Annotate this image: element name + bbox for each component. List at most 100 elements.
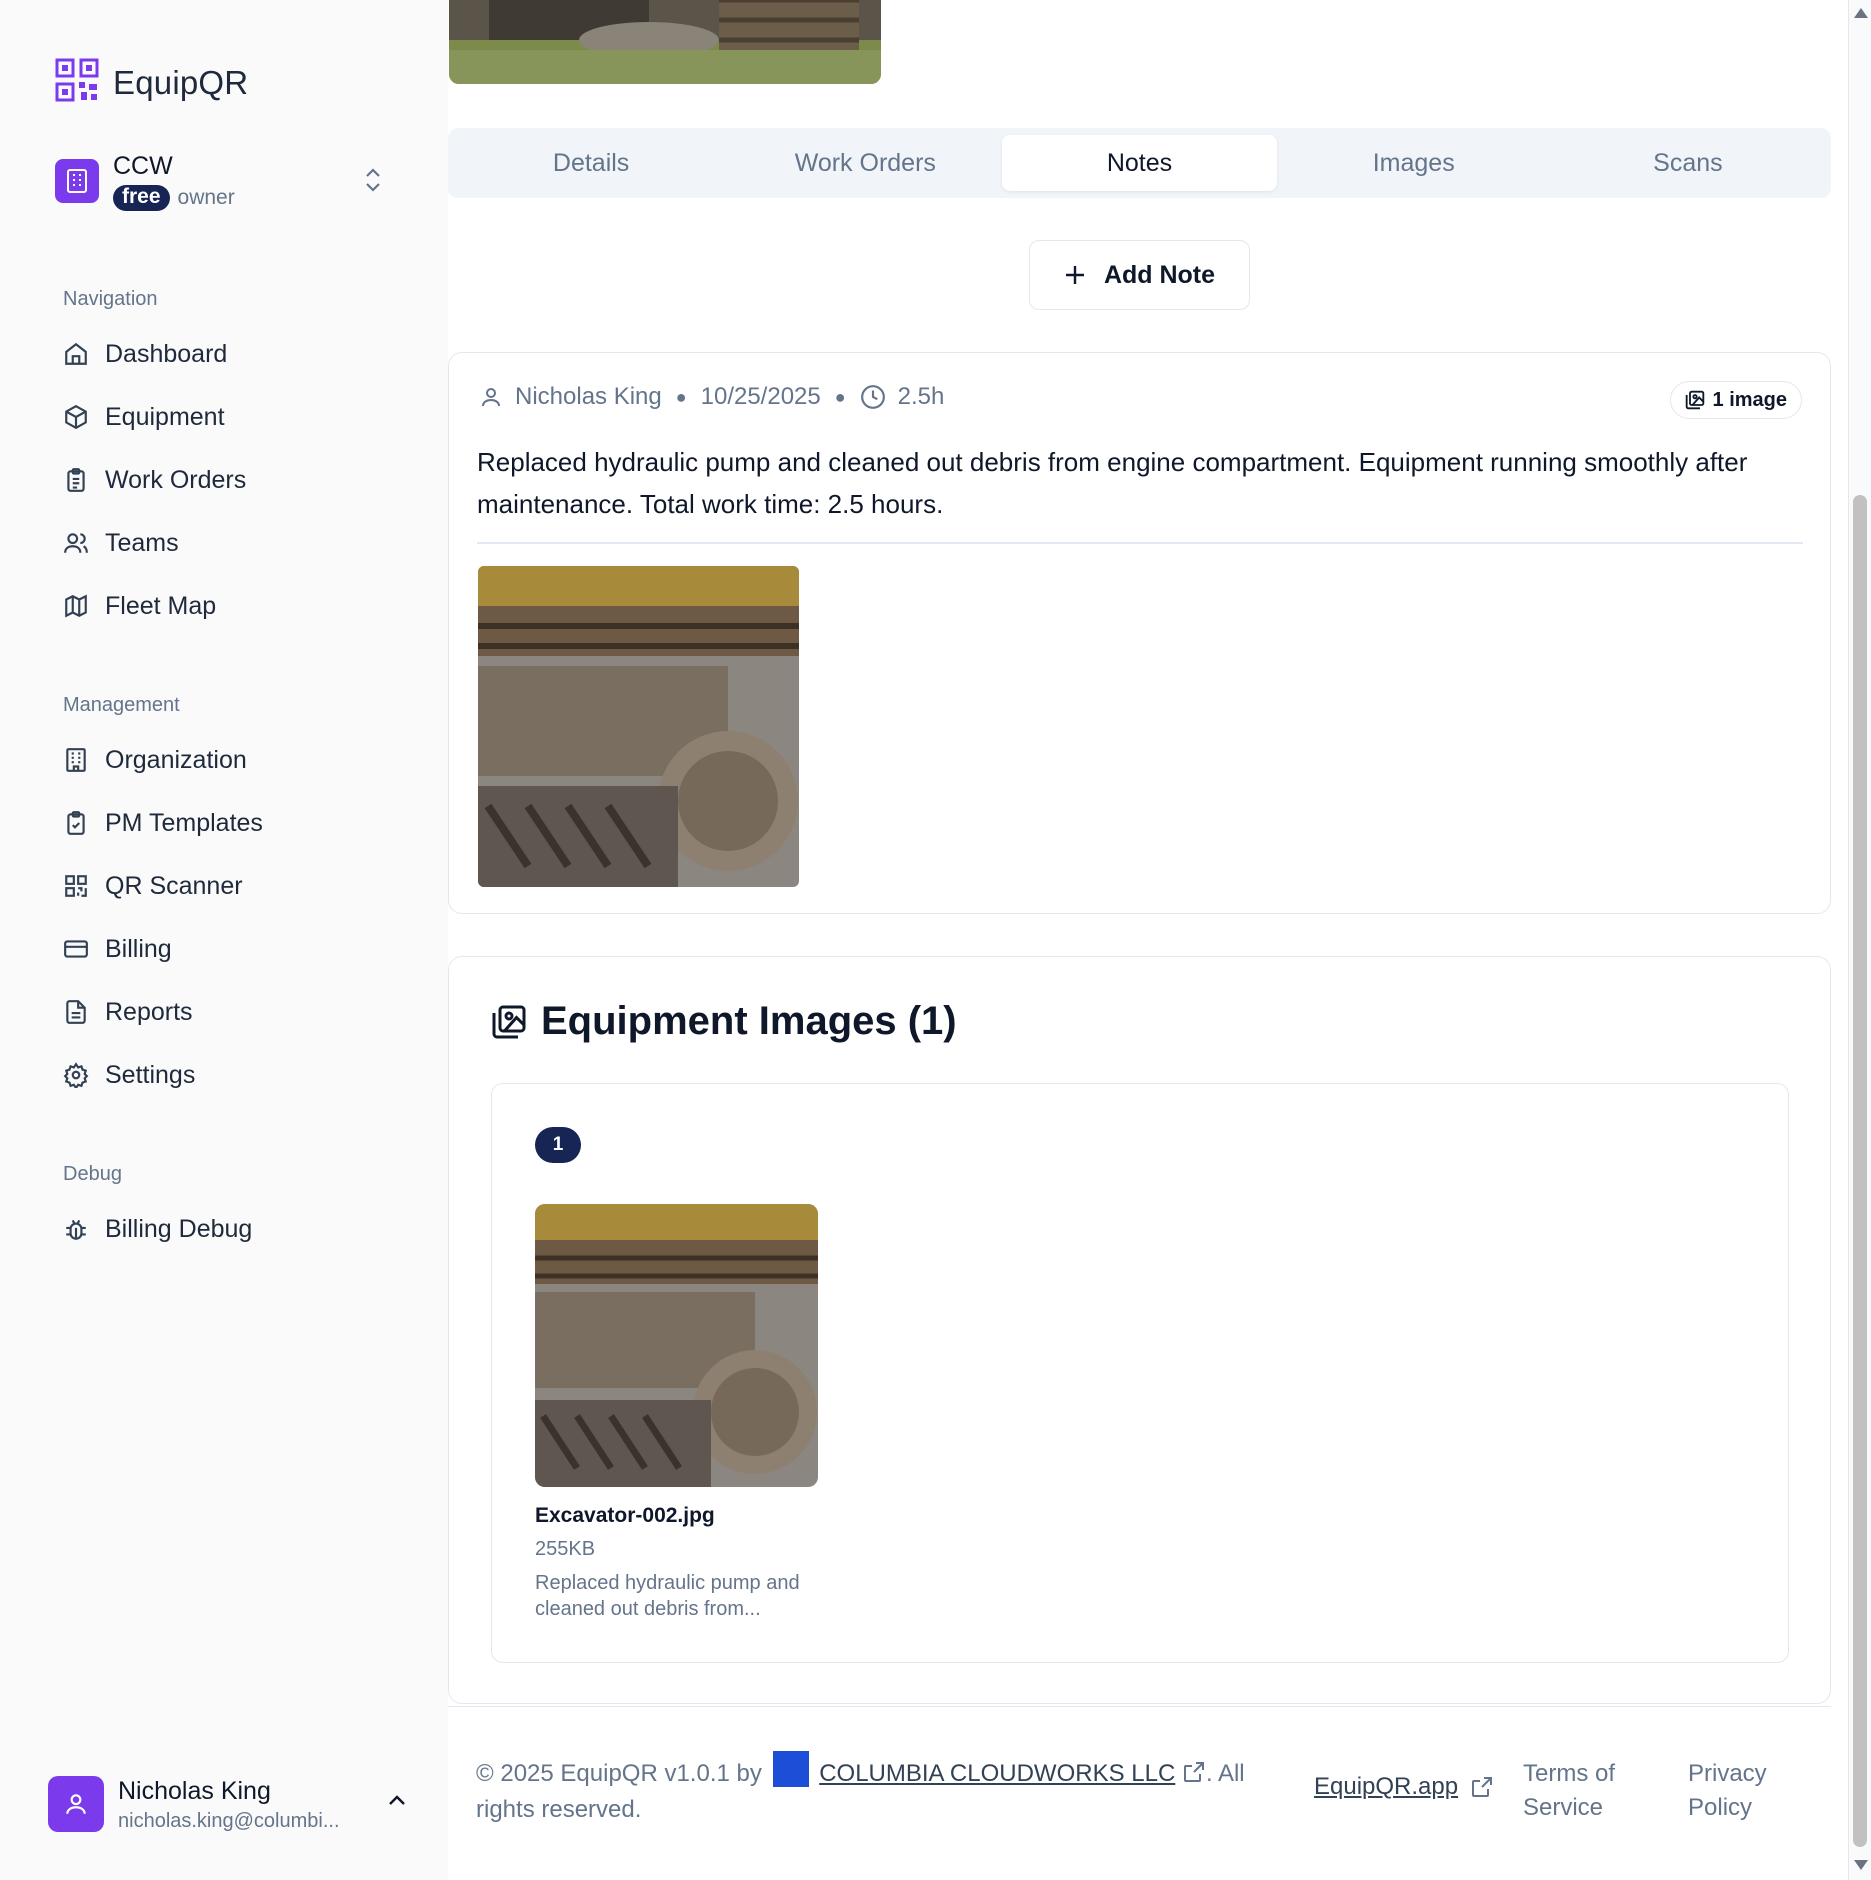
- file-text-icon: [66, 1000, 86, 1024]
- qr-code-icon: [65, 875, 87, 897]
- sidebar: EquipQR CCW free owner Navigation Dashbo…: [0, 0, 448, 1880]
- user-menu[interactable]: Nicholas King nicholas.king@columbi...: [48, 1772, 408, 1836]
- clipboard-list-icon: [67, 468, 85, 492]
- sidebar-item-teams[interactable]: Teams: [63, 521, 403, 565]
- sidebar-item-label: Settings: [105, 1060, 196, 1089]
- privacy-link[interactable]: Privacy Policy: [1688, 1757, 1788, 1825]
- equipment-images-heading: Equipment Images (1): [491, 999, 957, 1044]
- map-icon: [65, 594, 87, 618]
- sidebar-item-label: Reports: [105, 997, 193, 1026]
- equipment-hero-image[interactable]: [449, 0, 881, 84]
- note-hours: 2.5h: [897, 383, 945, 410]
- plan-badge: free: [113, 185, 170, 211]
- sidebar-item-work-orders[interactable]: Work Orders: [63, 458, 403, 502]
- tab-scans[interactable]: Scans: [1551, 135, 1825, 191]
- nav-section-debug: Debug: [63, 1163, 122, 1185]
- equipqr-logo-icon: [55, 58, 99, 107]
- avatar: [48, 1776, 104, 1832]
- separator-dot: ●: [675, 386, 687, 407]
- note-date: 10/25/2025: [700, 383, 821, 410]
- users-icon: [64, 533, 88, 553]
- box-icon: [65, 404, 87, 430]
- sidebar-item-label: Billing Debug: [105, 1214, 253, 1243]
- home-icon: [65, 342, 87, 365]
- org-switcher[interactable]: CCW free owner: [55, 146, 393, 216]
- gear-icon: [63, 1062, 89, 1088]
- clipboard-check-icon: [67, 811, 85, 835]
- brand[interactable]: EquipQR: [55, 58, 248, 107]
- sidebar-item-dashboard[interactable]: Dashboard: [63, 332, 403, 376]
- sidebar-item-settings[interactable]: Settings: [63, 1053, 403, 1097]
- org-role: owner: [177, 186, 235, 209]
- app-name: EquipQR: [113, 63, 249, 101]
- chevrons-up-down-icon: [363, 166, 383, 199]
- scroll-down-arrow[interactable]: [1854, 1860, 1868, 1870]
- equipment-images-title: Equipment Images (1): [541, 999, 957, 1043]
- columbia-logo-icon: [772, 1751, 809, 1787]
- building-icon: [55, 159, 99, 203]
- plus-icon: [1065, 266, 1084, 284]
- external-link-icon: [1472, 1777, 1493, 1797]
- images-icon: [492, 1005, 526, 1038]
- sidebar-item-organization[interactable]: Organization: [63, 738, 403, 782]
- sidebar-item-label: Work Orders: [105, 465, 247, 494]
- sidebar-item-billing[interactable]: Billing: [63, 927, 403, 971]
- user-email: nicholas.king@columbi...: [118, 1809, 340, 1832]
- terms-link[interactable]: Terms of Service: [1523, 1757, 1643, 1825]
- user-icon: [482, 388, 500, 407]
- image-file-size: 255KB: [535, 1538, 596, 1560]
- tab-notes[interactable]: Notes: [1002, 135, 1277, 191]
- tab-work-orders[interactable]: Work Orders: [728, 135, 1002, 191]
- note-body: Replaced hydraulic pump and cleaned out …: [477, 447, 1748, 519]
- image-count: 1 image: [1712, 388, 1787, 411]
- image-description: Replaced hydraulic pump and cleaned out …: [535, 1572, 800, 1620]
- divider: [477, 542, 1803, 544]
- add-note-label: Add Note: [1103, 260, 1216, 289]
- sidebar-item-label: Equipment: [105, 402, 225, 431]
- equipqr-app-link[interactable]: EquipQR.app: [1314, 1773, 1458, 1801]
- external-link-icon: [1183, 1762, 1204, 1782]
- copyright-prefix: © 2025 EquipQR v1.0.1 by: [476, 1760, 762, 1787]
- sidebar-item-label: Billing: [105, 934, 172, 963]
- scroll-up-arrow[interactable]: [1854, 8, 1868, 18]
- scrollbar-thumb[interactable]: [1853, 495, 1867, 1847]
- sidebar-item-pm-templates[interactable]: PM Templates: [63, 801, 403, 845]
- bug-icon: [66, 1219, 86, 1240]
- footer-copyright: © 2025 EquipQR v1.0.1 by COLUMBIA CLOUDW…: [476, 1751, 1246, 1828]
- sidebar-item-qr-scanner[interactable]: QR Scanner: [63, 864, 403, 908]
- sidebar-item-fleet-map[interactable]: Fleet Map: [63, 584, 403, 628]
- sidebar-item-reports[interactable]: Reports: [63, 990, 403, 1034]
- sidebar-item-label: Organization: [105, 745, 247, 774]
- scrollbar[interactable]: [1848, 0, 1871, 1880]
- clock-icon: [860, 385, 885, 409]
- credit-card-icon: [64, 940, 88, 958]
- image-thumbnail[interactable]: [535, 1204, 818, 1487]
- nav-section-management: Management: [63, 694, 180, 716]
- equipqr-app-link-wrap[interactable]: EquipQR.app: [1314, 1773, 1494, 1801]
- equipment-tabs: Details Work Orders Notes Images Scans: [448, 128, 1831, 198]
- chevron-up-icon: [386, 1790, 408, 1817]
- tab-images[interactable]: Images: [1277, 135, 1551, 191]
- image-file-name: Excavator-002.jpg: [535, 1504, 715, 1527]
- sidebar-item-billing-debug[interactable]: Billing Debug: [63, 1207, 403, 1251]
- image-grid: 1 Excavator-002.jpg 255KB Replaced hydra…: [491, 1083, 1789, 1663]
- image-number-badge: 1: [535, 1127, 581, 1163]
- org-name: CCW: [113, 152, 173, 180]
- note-meta: Nicholas King ● 10/25/2025 ● 2.5h: [479, 383, 944, 411]
- note-card: Nicholas King ● 10/25/2025 ● 2.5h 1 imag…: [448, 352, 1831, 914]
- sidebar-item-equipment[interactable]: Equipment: [63, 395, 403, 439]
- sidebar-item-label: Dashboard: [105, 339, 228, 368]
- note-image[interactable]: [478, 566, 799, 887]
- main-content: Details Work Orders Notes Images Scans A…: [448, 0, 1831, 1880]
- nav-section-navigation: Navigation: [63, 288, 158, 310]
- company-link[interactable]: COLUMBIA CLOUDWORKS LLC: [819, 1760, 1175, 1787]
- separator-dot: ●: [834, 386, 846, 407]
- note-author: Nicholas King: [515, 383, 662, 410]
- equipment-images-card: Equipment Images (1) 1 Excavator-002.jpg: [448, 956, 1831, 1704]
- user-icon: [66, 1794, 86, 1814]
- add-note-button[interactable]: Add Note: [1029, 240, 1250, 310]
- sidebar-item-label: QR Scanner: [105, 871, 243, 900]
- images-icon: [1685, 390, 1704, 410]
- tab-details[interactable]: Details: [454, 135, 728, 191]
- sidebar-item-label: Fleet Map: [105, 591, 217, 620]
